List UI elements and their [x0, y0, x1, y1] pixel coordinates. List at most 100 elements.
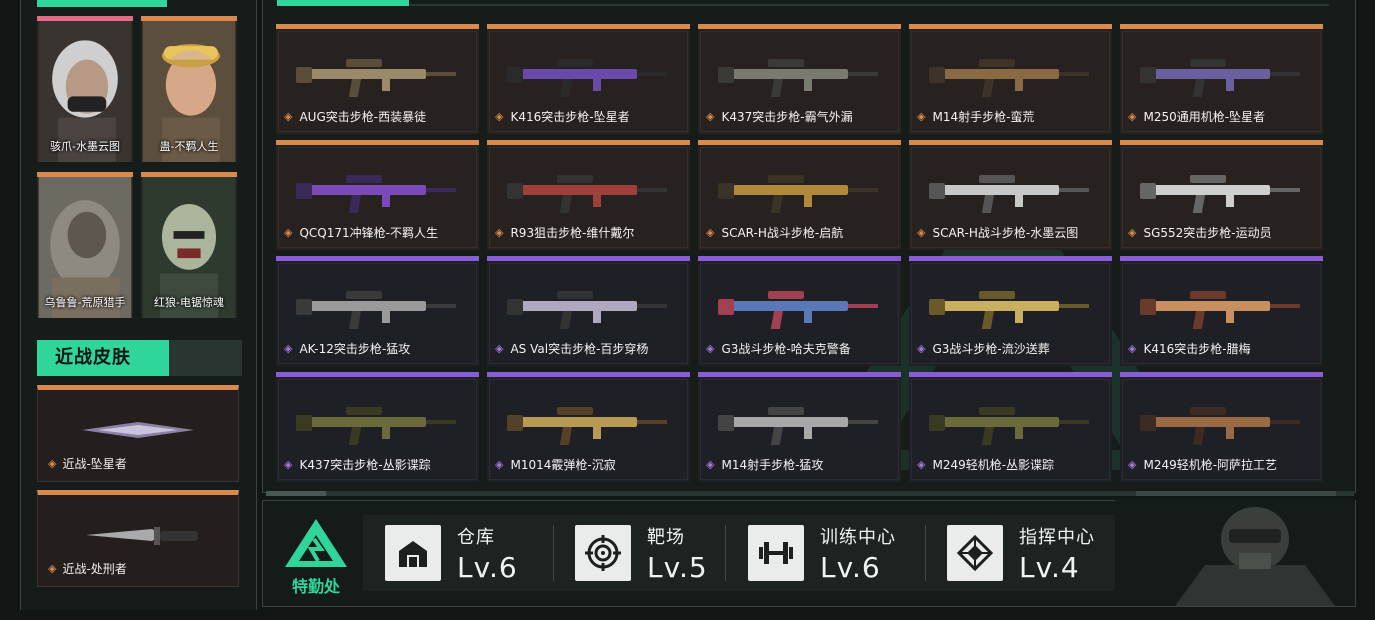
- scrollbar-track-segment: [1136, 491, 1336, 496]
- diamond-icon: ◈: [1128, 458, 1137, 471]
- diamond-icon: ◈: [706, 458, 715, 471]
- weapon-card[interactable]: ◈ AK-12突击步枪-猛攻: [276, 256, 479, 366]
- special-ops-bar: 特勤处 仓库 Lv.6 靶场 Lv.5 训练中心 Lv.6 指挥中心 Lv.4: [262, 499, 1356, 607]
- rifle-icon: [296, 175, 456, 213]
- facility-name: 训练中心: [820, 526, 896, 548]
- target-icon: [575, 525, 631, 581]
- weapon-card[interactable]: ◈ M250通用机枪-坠星者: [1120, 24, 1323, 134]
- facility-command-center[interactable]: 指挥中心 Lv.4: [947, 517, 1095, 589]
- scrollbar-thumb[interactable]: [266, 491, 326, 496]
- rifle-icon: [929, 175, 1089, 213]
- combat-knife-icon: [86, 527, 198, 545]
- weapon-card[interactable]: ◈ SCAR-H战斗步枪-启航: [698, 140, 901, 250]
- weapon-card[interactable]: ◈ AS Val突击步枪-百步穿杨: [487, 256, 690, 366]
- rifle-icon: [296, 59, 456, 97]
- facility-level: Lv.6: [820, 550, 881, 584]
- weapon-name: SCAR-H战斗步枪-水墨云图: [932, 226, 1079, 240]
- weapon-card[interactable]: ◈ QCQ171冲锋枪-不羁人生: [276, 140, 479, 250]
- weapon-card[interactable]: ◈ K416突击步枪-腊梅: [1120, 256, 1323, 366]
- divider: [553, 525, 554, 581]
- section-title: 近战皮肤: [37, 340, 169, 376]
- diamond-icon: ◈: [917, 110, 926, 123]
- character-card-0[interactable]: 骇爪-水墨云图: [37, 16, 133, 162]
- weapon-card[interactable]: ◈ SG552突击步枪-运动员: [1120, 140, 1323, 250]
- character-card-1[interactable]: 蛊-不羁人生: [141, 16, 237, 162]
- rifle-icon: [718, 291, 878, 329]
- weapon-label: ◈ K416突击步枪-腊梅: [1128, 340, 1251, 357]
- character-card-3[interactable]: 红狼-电锯惊魂: [141, 172, 237, 318]
- rifle-icon: [507, 291, 667, 329]
- diamond-icon: ◈: [1128, 110, 1137, 123]
- rifle-icon: [507, 175, 667, 213]
- soldier-portrait: [1115, 499, 1355, 606]
- diamond-icon: ◈: [706, 226, 715, 239]
- weapon-card[interactable]: ◈ R93狙击步枪-维什戴尔: [487, 140, 690, 250]
- melee-section-header: 近战皮肤: [37, 340, 242, 376]
- diamond-icon: ◈: [917, 226, 926, 239]
- melee-label: ◈ 近战-坠星者: [48, 455, 127, 472]
- diamond-icon: ◈: [1128, 342, 1137, 355]
- weapon-name: G3战斗步枪-流沙送葬: [932, 342, 1050, 356]
- left-panel: 骇爪-水墨云图 蛊-不羁人生 乌鲁鲁-荒原猎手 红狼-电锯惊魂 近战皮肤 ◈ 近…: [20, 0, 257, 610]
- rifle-icon: [1140, 291, 1300, 329]
- weapon-label: ◈ M249轻机枪-丛影谍踪: [917, 456, 1054, 473]
- weapon-card[interactable]: ◈ G3战斗步枪-哈夫克警备: [698, 256, 901, 366]
- special-ops-logo[interactable]: 特勤处: [281, 515, 351, 596]
- character-card-2[interactable]: 乌鲁鲁-荒原猎手: [37, 172, 133, 318]
- facility-range[interactable]: 靶场 Lv.5: [575, 517, 708, 589]
- weapon-label: ◈ SCAR-H战斗步枪-水墨云图: [917, 224, 1078, 241]
- weapon-name: SG552突击步枪-运动员: [1143, 226, 1272, 240]
- weapon-card[interactable]: ◈ M14射手步枪-蛮荒: [909, 24, 1112, 134]
- section-accent-bar: [37, 0, 167, 7]
- divider: [725, 525, 726, 581]
- rifle-icon: [929, 407, 1089, 445]
- weapon-card[interactable]: ◈ SCAR-H战斗步枪-水墨云图: [909, 140, 1112, 250]
- facility-warehouse[interactable]: 仓库 Lv.6: [385, 517, 518, 589]
- command-icon: [947, 525, 1003, 581]
- weapon-name: SCAR-H战斗步枪-启航: [721, 226, 844, 240]
- weapon-label: ◈ K416突击步枪-坠星者: [495, 108, 630, 125]
- weapon-card[interactable]: ◈ K437突击步枪-丛影谍踪: [276, 372, 479, 482]
- weapon-card[interactable]: ◈ AUG突击步枪-西装暴徒: [276, 24, 479, 134]
- weapon-label: ◈ M14射手步枪-猛攻: [706, 456, 823, 473]
- diamond-icon: ◈: [284, 458, 293, 471]
- facility-level: Lv.4: [1019, 550, 1080, 584]
- rifle-icon: [507, 407, 667, 445]
- triangle-logo-icon: [285, 519, 347, 567]
- weapon-card[interactable]: ◈ G3战斗步枪-流沙送葬: [909, 256, 1112, 366]
- horizontal-scrollbar[interactable]: [266, 491, 1354, 496]
- melee-card-0[interactable]: ◈ 近战-坠星者: [37, 385, 239, 482]
- melee-label: ◈ 近战-处刑者: [48, 560, 127, 577]
- weapon-skins-panel: ◈ AUG突击步枪-西装暴徒 ◈ K416突击步枪-坠星者 ◈ K437突击步枪-霸气外漏…: [262, 0, 1356, 493]
- weapon-card[interactable]: ◈ M249轻机枪-丛影谍踪: [909, 372, 1112, 482]
- character-name: 蛊-不羁人生: [159, 140, 219, 153]
- weapon-name: M14射手步枪-猛攻: [721, 458, 824, 472]
- weapon-name: K416突击步枪-腊梅: [1143, 342, 1251, 356]
- diamond-icon: ◈: [706, 110, 715, 123]
- rifle-icon: [929, 59, 1089, 97]
- rifle-icon: [296, 407, 456, 445]
- weapon-name: R93狙击步枪-维什戴尔: [510, 226, 635, 240]
- weapon-label: ◈ SCAR-H战斗步枪-启航: [706, 224, 843, 241]
- facility-level: Lv.6: [457, 550, 518, 584]
- weapon-name: G3战斗步枪-哈夫克警备: [721, 342, 851, 356]
- melee-card-1[interactable]: ◈ 近战-处刑者: [37, 490, 239, 587]
- weapon-card[interactable]: ◈ K437突击步枪-霸气外漏: [698, 24, 901, 134]
- weapon-label: ◈ AK-12突击步枪-猛攻: [284, 340, 410, 357]
- facility-name: 指挥中心: [1019, 526, 1095, 548]
- weapon-name: M1014霰弹枪-沉寂: [510, 458, 616, 472]
- weapon-label: ◈ SG552突击步枪-运动员: [1128, 224, 1272, 241]
- weapon-card[interactable]: ◈ K416突击步枪-坠星者: [487, 24, 690, 134]
- weapon-card[interactable]: ◈ M1014霰弹枪-沉寂: [487, 372, 690, 482]
- dumbbell-icon: [748, 525, 804, 581]
- character-name: 红狼-电锯惊魂: [154, 296, 224, 309]
- diamond-icon: ◈: [284, 342, 293, 355]
- melee-name: 近战-处刑者: [62, 562, 127, 576]
- weapon-label: ◈ AUG突击步枪-西装暴徒: [284, 108, 426, 125]
- weapon-card[interactable]: ◈ M14射手步枪-猛攻: [698, 372, 901, 482]
- weapon-card[interactable]: ◈ M249轻机枪-阿萨拉工艺: [1120, 372, 1323, 482]
- facility-level: Lv.5: [647, 550, 708, 584]
- weapon-name: AUG突击步枪-西装暴徒: [299, 110, 427, 124]
- rifle-icon: [1140, 59, 1300, 97]
- facility-training-center[interactable]: 训练中心 Lv.6: [748, 517, 896, 589]
